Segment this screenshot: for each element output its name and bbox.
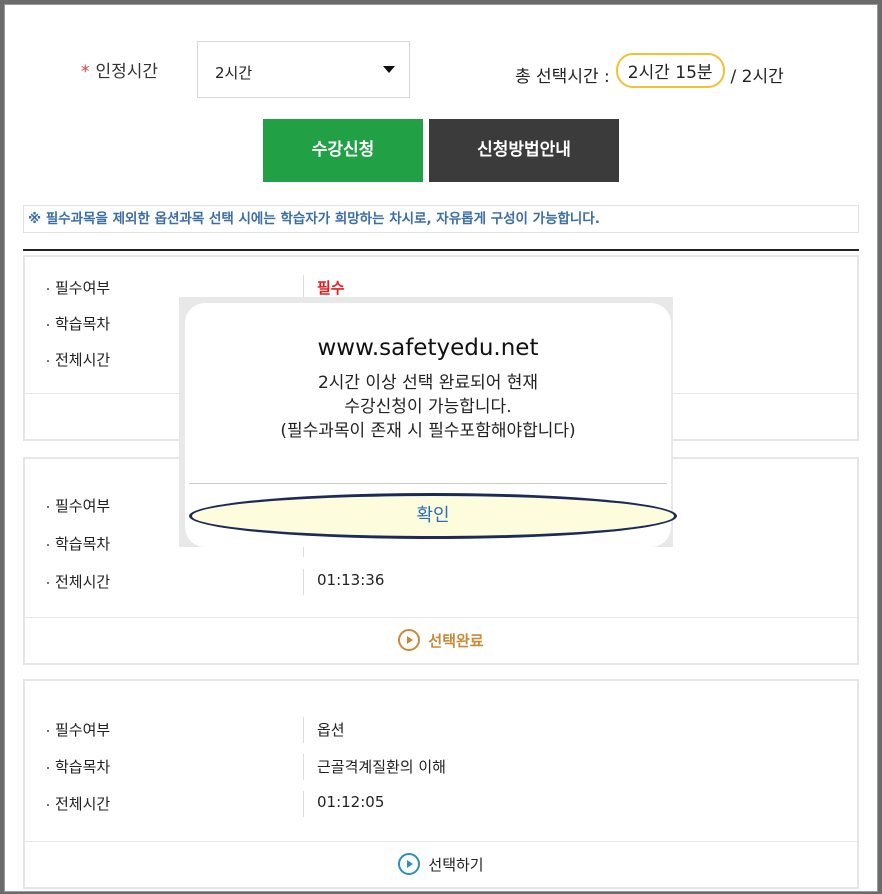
required-label: 필수여부 [46, 497, 111, 515]
dialog-divider [189, 483, 667, 484]
alert-dialog: www.safetyedu.net 2시간 이상 선택 완료되어 현재 수강신청… [185, 303, 677, 547]
dialog-line: 2시간 이상 선택 완료되어 현재 [317, 373, 539, 393]
total-slash: / [730, 67, 737, 87]
required-label: 필수여부 [46, 721, 111, 739]
required-label: 필수여부 [46, 279, 111, 297]
selected-time-highlight: 2시간 15분 [615, 53, 725, 88]
dialog-message: 2시간 이상 선택 완료되어 현재 수강신청이 가능합니다. (필수과목이 존재… [185, 371, 671, 443]
select-button[interactable]: 선택하기 [25, 841, 857, 887]
confirm-button[interactable]: 확인 [189, 493, 677, 539]
hours-select-value: 2시간 [215, 64, 253, 82]
course-card: 필수여부 옵션 학습목차 근골격계질환의 이해 전체시간 01:12:05 선택… [23, 679, 859, 889]
chapter-label: 학습목차 [46, 315, 111, 333]
hours-label: * 인정시간 [81, 57, 158, 82]
hours-select[interactable]: 2시간 [197, 41, 410, 98]
required-value: 옵션 [317, 721, 345, 739]
divider [23, 249, 859, 251]
total-selected-time: 총 선택시간 :2시간 15분/ 2시간 [515, 53, 784, 92]
select-complete-label: 선택완료 [428, 632, 484, 650]
select-complete-button[interactable]: 선택완료 [25, 617, 857, 663]
hours-label-text: 인정시간 [95, 62, 159, 82]
dialog-line: 수강신청이 가능합니다. [344, 397, 512, 417]
notice-text: ※ 필수과목을 제외한 옵션과목 선택 시에는 학습자가 희망하는 차시로, 자… [23, 205, 859, 233]
caret-down-icon [383, 66, 395, 73]
time-value: 01:12:05 [317, 793, 385, 811]
time-value: 01:13:36 [317, 571, 385, 589]
play-circle-icon [398, 628, 421, 651]
hours-row: * 인정시간 2시간 총 선택시간 :2시간 15분/ 2시간 [5, 41, 877, 99]
time-label: 전체시간 [46, 351, 111, 369]
time-row: 전체시간 01:12:05 [25, 791, 857, 817]
required-row: 필수여부 옵션 [25, 717, 857, 743]
chapter-label: 학습목차 [46, 758, 111, 776]
required-time: 2시간 [741, 67, 784, 87]
time-label: 전체시간 [46, 795, 111, 813]
total-label: 총 선택시간 : [515, 67, 610, 87]
row-separator [303, 754, 304, 780]
row-separator [303, 791, 304, 817]
chapter-value: 근골격계질환의 이해 [317, 758, 446, 776]
chapter-label: 학습목차 [46, 535, 111, 553]
dialog-site: www.safetyedu.net [317, 335, 539, 361]
select-label: 선택하기 [428, 856, 484, 874]
time-label: 전체시간 [46, 573, 111, 591]
course-modal: * 인정시간 2시간 총 선택시간 :2시간 15분/ 2시간 수강신청 신청방법… [4, 4, 878, 892]
required-star: * [81, 62, 90, 82]
required-value: 필수 [317, 279, 345, 297]
dialog-line: (필수과목이 존재 시 필수포함해야합니다) [280, 421, 576, 441]
play-circle-icon [398, 852, 421, 875]
time-row: 전체시간 01:13:36 [25, 569, 857, 595]
row-separator [303, 569, 304, 595]
chapter-row: 학습목차 근골격계질환의 이해 [25, 754, 857, 780]
apply-button[interactable]: 수강신청 [263, 119, 423, 182]
row-separator [303, 717, 304, 743]
guide-button[interactable]: 신청방법안내 [429, 119, 619, 182]
